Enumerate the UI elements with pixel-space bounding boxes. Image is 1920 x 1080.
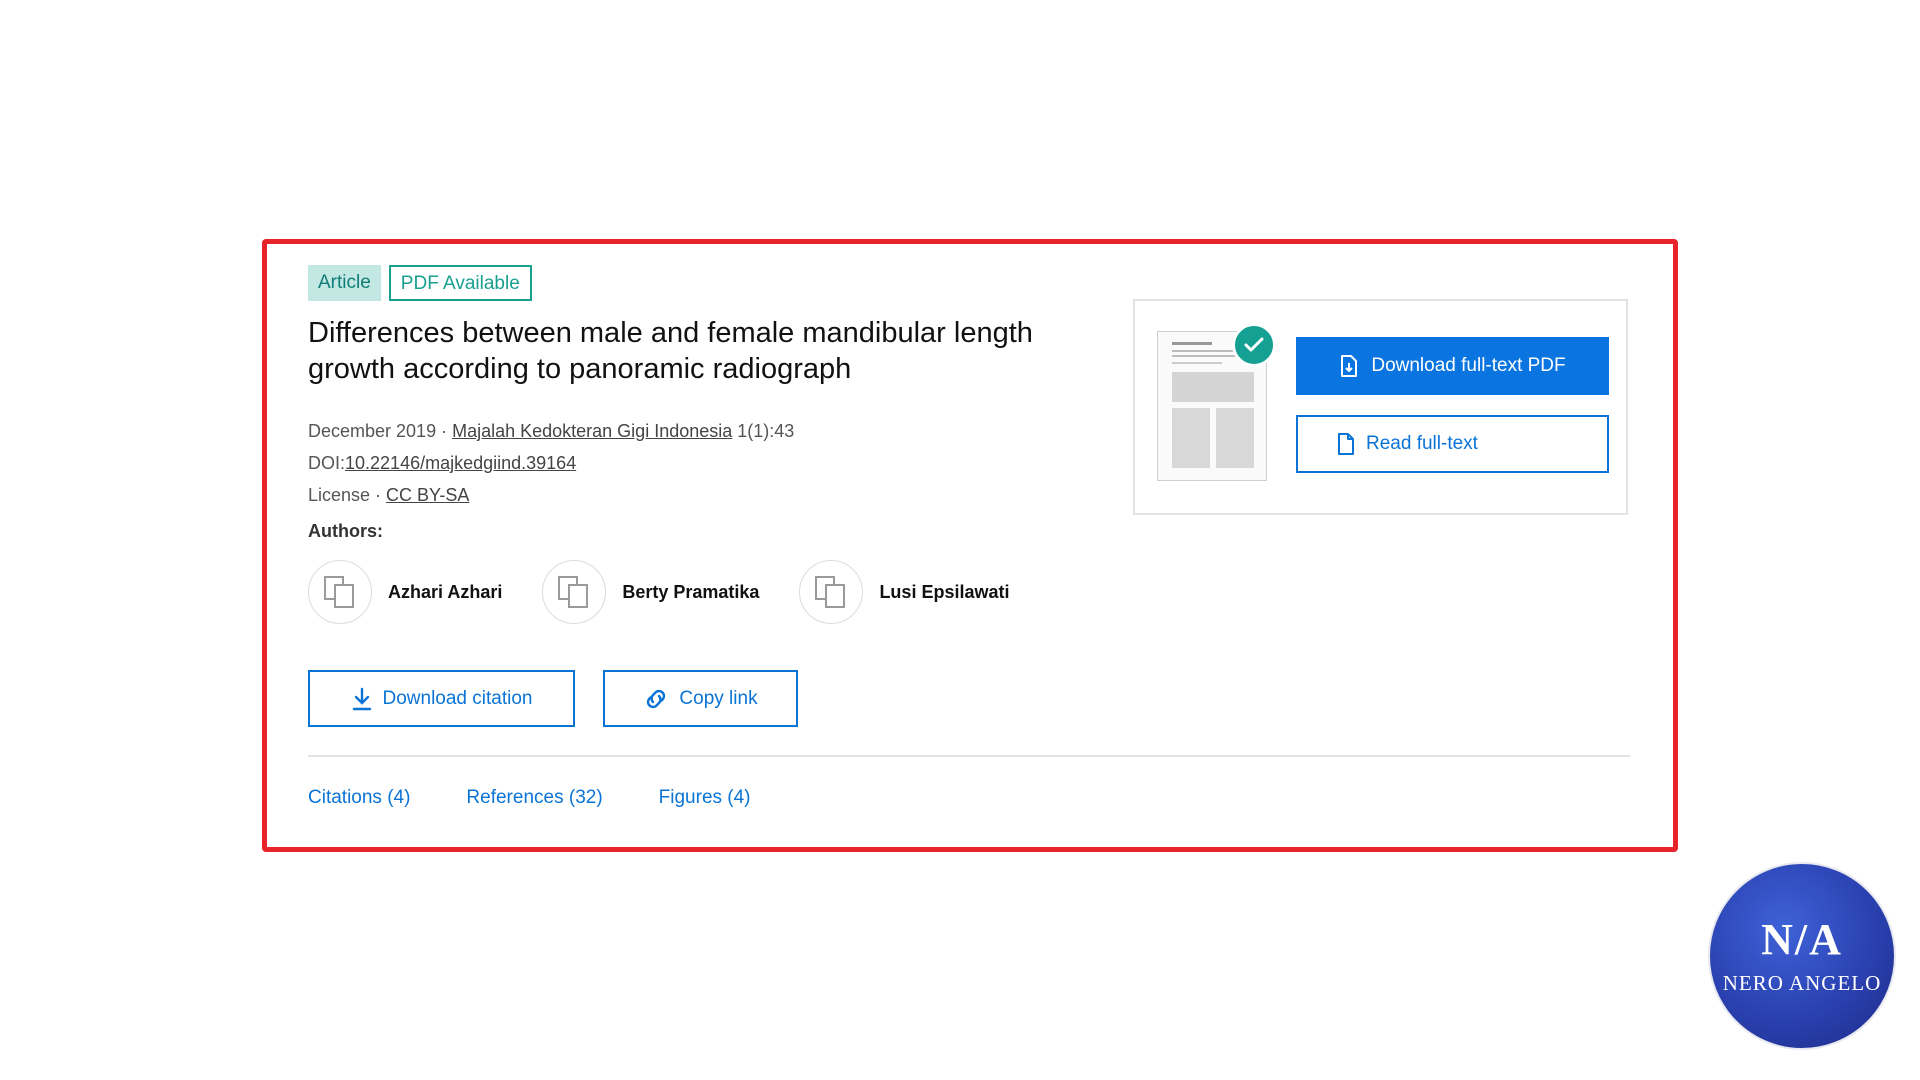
author-name: Azhari Azhari bbox=[388, 581, 503, 602]
full-text-panel: Download full-text PDF Read full-text bbox=[1133, 299, 1628, 515]
pdf-download-icon bbox=[1341, 355, 1358, 377]
journal-link[interactable]: Majalah Kedokteran Gigi Indonesia bbox=[452, 421, 732, 441]
author-name: Lusi Epsilawati bbox=[879, 581, 1010, 602]
available-check-icon bbox=[1232, 323, 1276, 367]
publication-tabs: Citations (4) References (32) Figures (4… bbox=[308, 787, 1630, 809]
link-icon bbox=[647, 689, 666, 708]
avatar bbox=[308, 560, 372, 624]
download-full-text-pdf-button[interactable]: Download full-text PDF bbox=[1296, 337, 1609, 395]
separator: · bbox=[370, 485, 387, 505]
read-full-text-label: Read full-text bbox=[1366, 433, 1478, 454]
author-item[interactable]: Lusi Epsilawati bbox=[799, 560, 1009, 624]
badge-row: Article PDF Available bbox=[308, 265, 1630, 301]
authors-label: Authors: bbox=[308, 521, 383, 541]
publication-title: Differences between male and female mand… bbox=[308, 317, 1033, 385]
license-label: License bbox=[308, 485, 371, 505]
publication-date: December 2019 bbox=[308, 421, 437, 441]
action-buttons: Download citation Copy link bbox=[308, 670, 1630, 727]
tab-references[interactable]: References (32) bbox=[466, 787, 602, 809]
article-type-badge: Article bbox=[308, 265, 381, 301]
author-item[interactable]: Berty Pramatika bbox=[542, 560, 759, 624]
license-link[interactable]: CC BY-SA bbox=[386, 485, 469, 505]
download-citation-label: Download citation bbox=[382, 687, 533, 709]
copy-link-label: Copy link bbox=[679, 687, 758, 709]
read-full-text-button[interactable]: Read full-text bbox=[1296, 415, 1609, 473]
volume-info: 1(1):43 bbox=[737, 421, 795, 441]
author-placeholder-icon bbox=[815, 576, 846, 608]
logo-name: NERO ANGELO bbox=[1722, 971, 1882, 995]
author-list: Azhari Azhari Berty Pramatika Lusi Epsil… bbox=[308, 560, 1630, 624]
avatar bbox=[799, 560, 864, 624]
separator: · bbox=[436, 421, 453, 441]
download-icon bbox=[352, 687, 371, 710]
author-placeholder-icon bbox=[558, 576, 589, 608]
doi-label: DOI: bbox=[308, 453, 346, 473]
document-icon bbox=[1338, 433, 1354, 455]
download-pdf-label: Download full-text PDF bbox=[1371, 355, 1566, 376]
avatar bbox=[542, 560, 607, 624]
nero-angelo-logo: N/A NERO ANGELO bbox=[1708, 862, 1896, 1050]
logo-mark: N/A bbox=[1761, 915, 1843, 964]
tab-figures[interactable]: Figures (4) bbox=[659, 787, 751, 809]
pdf-available-badge: PDF Available bbox=[388, 265, 532, 301]
divider bbox=[308, 755, 1630, 757]
tab-citations[interactable]: Citations (4) bbox=[308, 787, 410, 809]
author-name: Berty Pramatika bbox=[622, 581, 760, 602]
doi-link[interactable]: 10.22146/majkedgiind.39164 bbox=[345, 453, 576, 473]
author-item[interactable]: Azhari Azhari bbox=[308, 560, 502, 624]
copy-link-button[interactable]: Copy link bbox=[603, 670, 798, 727]
download-citation-button[interactable]: Download citation bbox=[308, 670, 575, 727]
author-placeholder-icon bbox=[324, 576, 354, 608]
